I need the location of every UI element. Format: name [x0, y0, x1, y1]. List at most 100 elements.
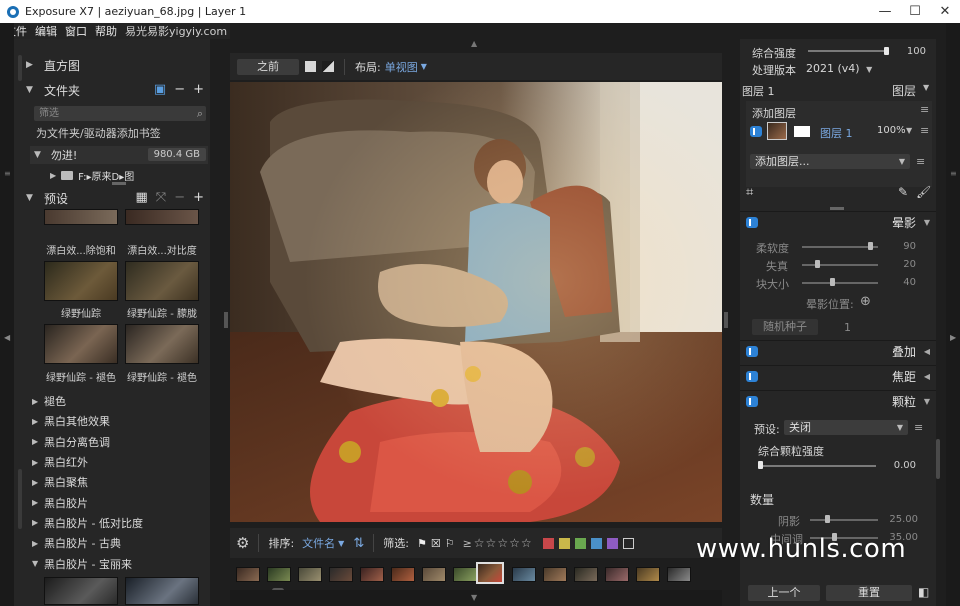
falloff-slider-track[interactable]	[802, 264, 878, 266]
remove-folder-icon[interactable]: −	[174, 82, 185, 97]
grain-preset-dropdown[interactable]: 关闭 ▼	[784, 420, 908, 435]
add-bookmark-link[interactable]: 为文件夹/驱动器添加书签	[36, 125, 161, 141]
flag-none-icon[interactable]: ⚐	[445, 537, 455, 550]
color-label-blue[interactable]	[590, 537, 602, 549]
panel-toggle-icon[interactable]: ◧	[918, 585, 929, 599]
process-version-dropdown[interactable]: 2021 (v4) ▼	[806, 62, 872, 75]
layer-visibility-toggle[interactable]	[750, 126, 762, 137]
layer-thumbnail[interactable]	[767, 122, 787, 140]
film-thumb[interactable]	[391, 567, 415, 582]
histogram-header[interactable]: ▶ 直方图	[14, 54, 210, 76]
film-thumb[interactable]	[360, 567, 384, 582]
color-label-red[interactable]	[542, 537, 554, 549]
layer-options-icon[interactable]: ≡	[916, 155, 925, 168]
focus-toggle[interactable]	[746, 371, 758, 382]
preset-thumb[interactable]	[125, 324, 199, 364]
panel-resize-handle[interactable]	[830, 207, 844, 210]
preset-thumb[interactable]	[44, 209, 118, 225]
preset-group-item[interactable]: ▶ 黑白胶片	[32, 492, 210, 512]
preset-thumb[interactable]	[44, 577, 118, 605]
random-seed-button[interactable]: 随机种子	[752, 319, 818, 335]
remove-preset-icon[interactable]: −	[174, 190, 185, 205]
preset-group-item[interactable]: ▶ 黑白胶片 - 低对比度	[32, 513, 210, 533]
overlay-section-header[interactable]: 叠加 ◀	[740, 340, 936, 362]
right-panel-toggle-handle[interactable]	[724, 312, 728, 328]
close-button[interactable]: ✕	[930, 0, 960, 23]
right-grip-icon[interactable]: ≡	[950, 169, 957, 178]
film-thumb[interactable]	[667, 567, 691, 582]
add-folder-icon[interactable]: +	[193, 82, 204, 97]
left-grip-icon[interactable]: ≡	[4, 169, 11, 178]
crosshair-icon[interactable]: ⊕	[860, 294, 871, 309]
grain-options-icon[interactable]: ≡	[914, 421, 923, 434]
falloff-slider-thumb[interactable]	[815, 260, 821, 268]
layer-mask-thumbnail[interactable]	[794, 126, 810, 137]
grain-strength-slider-track[interactable]	[760, 465, 876, 467]
film-thumb[interactable]	[267, 567, 291, 582]
sort-order-icon[interactable]: ⇅	[353, 536, 364, 551]
folders-header[interactable]: ▼ 文件夹 ▣ − +	[14, 79, 210, 101]
film-thumb[interactable]	[512, 567, 536, 582]
preset-thumb[interactable]	[125, 261, 199, 301]
monitor-icon[interactable]: ▣	[154, 82, 166, 97]
preset-group-item[interactable]: ▼ 黑白胶片 - 宝丽来	[32, 553, 210, 573]
preset-group-item[interactable]: ▶ 黑白胶片 - 古典	[32, 533, 210, 553]
left-panel-toggle-handle[interactable]	[224, 312, 228, 328]
add-layer-dropdown[interactable]: 添加图层... ▼	[750, 154, 910, 169]
overall-strength-slider-thumb[interactable]	[884, 47, 889, 55]
collapse-left-icon[interactable]: ◀	[4, 333, 10, 342]
film-thumb[interactable]	[605, 567, 629, 582]
crop-icon[interactable]: ⌗	[746, 185, 753, 200]
left-scrollbar-bottom[interactable]	[18, 469, 22, 529]
shadow-slider-thumb[interactable]	[825, 515, 830, 523]
preset-thumb[interactable]	[44, 261, 118, 301]
film-thumb[interactable]	[329, 567, 353, 582]
film-thumb[interactable]	[636, 567, 660, 582]
single-view-icon[interactable]	[305, 61, 316, 72]
preset-thumb[interactable]	[44, 324, 118, 364]
layer-opacity[interactable]: 100%	[877, 125, 906, 136]
panel-resize-handle[interactable]	[112, 182, 126, 185]
maximize-button[interactable]: ☐	[900, 0, 930, 23]
split-view-icon[interactable]	[322, 61, 334, 72]
drive-row[interactable]: ▼ 勿进! 980.4 GB	[30, 146, 208, 164]
film-thumb[interactable]	[236, 567, 260, 582]
minimize-button[interactable]: —	[870, 0, 900, 23]
preset-group-item[interactable]: ▶ 黑白其他效果	[32, 411, 210, 431]
focus-section-header[interactable]: 焦距 ◀	[740, 365, 936, 387]
folder-row[interactable]: ▶ F:▸原来D▸图	[50, 168, 134, 183]
block-size-slider-track[interactable]	[802, 282, 878, 284]
before-button[interactable]: 之前	[237, 58, 299, 75]
layer-menu-icon[interactable]: ≡	[920, 124, 929, 137]
presets-header[interactable]: ▼ 预设 ▦ ⤧ − +	[14, 187, 210, 209]
shadow-slider-track[interactable]	[810, 519, 878, 521]
grain-section-header[interactable]: 颗粒 ▼	[740, 390, 936, 412]
color-label-purple[interactable]	[606, 537, 618, 549]
menu-help[interactable]: 帮助	[95, 23, 117, 39]
main-photo[interactable]	[230, 82, 722, 522]
film-thumb[interactable]	[298, 567, 322, 582]
add-preset-icon[interactable]: +	[193, 190, 204, 205]
preset-group-item[interactable]: ▶ 黑白聚焦	[32, 472, 210, 492]
preset-group-item[interactable]: ▶ 黑白分离色调	[32, 432, 210, 452]
chevron-down-icon[interactable]: ▼	[421, 62, 427, 71]
chevron-down-icon[interactable]: ▼	[338, 539, 344, 548]
preset-group-item[interactable]: ▶ 黑白红外	[32, 452, 210, 472]
preset-thumb[interactable]	[125, 209, 199, 225]
overlay-toggle[interactable]	[746, 346, 758, 357]
paint-brush-icon[interactable]: 🖌	[916, 185, 931, 199]
softness-slider-thumb[interactable]	[868, 242, 874, 250]
grid-view-icon[interactable]: ▦	[135, 190, 147, 205]
previous-button[interactable]: 上一个	[748, 585, 820, 601]
color-label-green[interactable]	[574, 537, 586, 549]
film-thumb-selected[interactable]	[476, 562, 504, 584]
color-label-yellow[interactable]	[558, 537, 570, 549]
right-scrollbar[interactable]	[936, 439, 940, 479]
rating-stars[interactable]: ☆☆☆☆☆	[474, 536, 533, 550]
grain-strength-slider-thumb[interactable]	[758, 461, 763, 469]
collapse-right-icon[interactable]: ▶	[950, 333, 956, 342]
folder-search-input[interactable]: 筛选 ⌕	[34, 106, 206, 121]
film-thumb[interactable]	[543, 567, 567, 582]
reset-button[interactable]: 重置	[826, 585, 912, 601]
softness-slider-track[interactable]	[802, 246, 878, 248]
